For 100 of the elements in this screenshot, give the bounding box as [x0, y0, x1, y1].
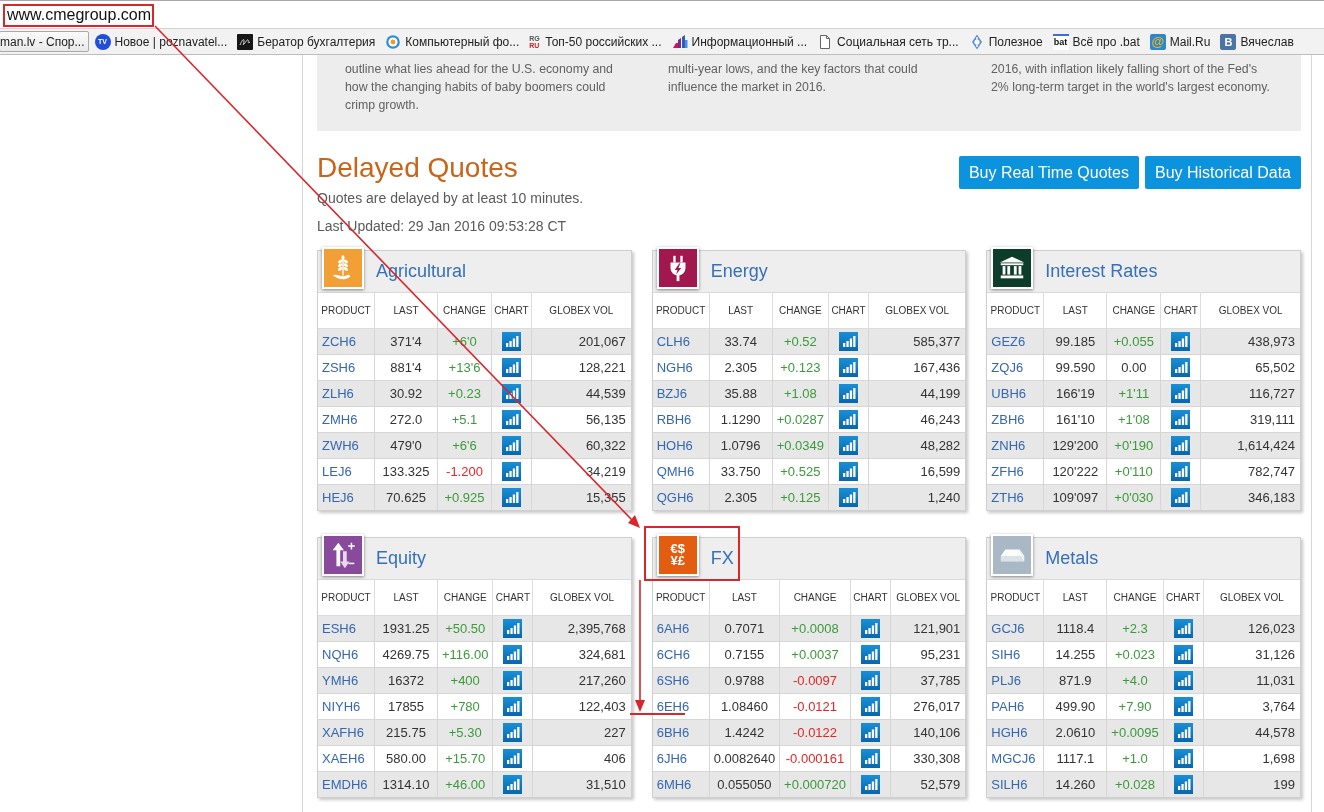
bar-chart-icon[interactable] — [502, 332, 521, 351]
table-cell: 1117.1 — [1043, 745, 1107, 772]
bar-chart-icon[interactable] — [839, 488, 858, 507]
bar-chart-icon[interactable] — [1171, 358, 1191, 377]
bar-chart-icon[interactable] — [502, 358, 521, 377]
bar-chart-icon[interactable] — [502, 436, 521, 455]
bar-chart-icon[interactable] — [1173, 619, 1193, 638]
buy-button[interactable]: Buy Real Time Quotes — [958, 156, 1139, 189]
bar-chart-icon[interactable] — [839, 358, 858, 377]
column-header: PRODUCT — [652, 580, 710, 616]
bar-chart-icon[interactable] — [860, 697, 880, 716]
column-header: GLOBEX VOL — [531, 293, 631, 329]
bookmark-link[interactable]: Социальная сеть тр... — [813, 31, 963, 52]
signature-icon — [237, 33, 254, 50]
bar-chart-icon[interactable] — [839, 436, 858, 455]
letter-icon: B — [1220, 33, 1237, 50]
product-link[interactable]: SILH6 — [991, 777, 1028, 792]
table-cell: 166'19 — [1043, 380, 1107, 407]
teaser-text: multi-year lows, and the key factors that could influence the market in 2016. — [668, 61, 919, 96]
bookmark-link[interactable]: @ Mail.Ru — [1145, 31, 1215, 52]
bookmark-link[interactable]: Компьютерный фо... — [381, 31, 524, 52]
bar-chart-icon[interactable] — [503, 723, 523, 742]
bar-chart-icon[interactable] — [1173, 697, 1193, 716]
bar-chart-icon[interactable] — [860, 749, 880, 768]
column-header: CHANGE — [1106, 580, 1164, 616]
bar-chart-icon[interactable] — [1173, 749, 1193, 768]
bar-chart-icon[interactable] — [503, 671, 523, 690]
column-header: GLOBEX VOL — [890, 580, 966, 616]
bar-chart-icon[interactable] — [503, 619, 523, 638]
address-field[interactable]: www.cmegroup.com — [7, 4, 152, 25]
bar-chart-icon[interactable] — [839, 410, 858, 429]
column-header: LAST — [709, 293, 773, 329]
bar-chart-icon[interactable] — [860, 645, 880, 664]
panel-title[interactable]: Equity — [376, 548, 427, 569]
bar-chart-icon[interactable] — [1173, 671, 1193, 690]
panel-title[interactable]: Energy — [710, 261, 768, 282]
table-cell: 2.0610 — [1043, 719, 1107, 746]
bookmark-link[interactable]: man.lv - Спор... — [0, 31, 89, 52]
change-cell: +0.52 — [772, 328, 829, 355]
product-link[interactable]: ZTH6 — [991, 490, 1024, 505]
panel-title[interactable]: FX — [710, 548, 734, 569]
bar-chart-icon[interactable] — [503, 749, 523, 768]
bar-chart-icon[interactable] — [860, 671, 880, 690]
product-link[interactable]: 6MH6 — [656, 777, 692, 792]
bookmark-link[interactable]: Бератор бухгалтерия — [233, 31, 380, 52]
bar-chart-icon[interactable] — [1171, 488, 1191, 507]
bar-chart-icon[interactable] — [502, 488, 521, 507]
bar-chart-icon[interactable] — [860, 723, 880, 742]
bar-chart-icon[interactable] — [1173, 645, 1193, 664]
table-cell: 17855 — [374, 693, 438, 720]
table-cell: 120'222 — [1043, 458, 1107, 485]
bar-chart-icon[interactable] — [1171, 436, 1191, 455]
bar-chart-icon[interactable] — [502, 384, 521, 403]
bookmark-link[interactable]: Информационный ... — [667, 31, 812, 52]
bar-chart-icon[interactable] — [503, 775, 523, 794]
change-cell: +1.08 — [772, 380, 829, 407]
bar-chart-icon[interactable] — [1171, 410, 1191, 429]
column-header: PRODUCT — [318, 580, 375, 616]
table-cell: 1.1290 — [709, 406, 773, 433]
table-cell: 0.0082640 — [709, 745, 780, 772]
bar-chart-icon[interactable] — [1173, 775, 1193, 794]
change-cell: +6'6 — [437, 432, 492, 459]
table-cell: 580.00 — [374, 745, 438, 772]
bar-chart-icon[interactable] — [1173, 723, 1193, 742]
panel-title[interactable]: Interest Rates — [1045, 261, 1158, 282]
table-cell: 2.305 — [709, 354, 773, 381]
bookmark-link[interactable]: Полезное — [964, 31, 1047, 52]
bar-chart-icon[interactable] — [839, 462, 858, 481]
bookmark-link[interactable]: B Вячеслав — [1216, 31, 1298, 52]
product-link[interactable]: EMDH6 — [322, 777, 368, 792]
product-link[interactable]: HEJ6 — [322, 490, 354, 505]
table-cell: 479'0 — [374, 432, 438, 459]
panel-title[interactable]: Metals — [1045, 548, 1099, 569]
bar-chart-icon[interactable] — [503, 697, 523, 716]
column-header: LAST — [1043, 293, 1107, 329]
bar-chart-icon[interactable] — [1171, 462, 1191, 481]
table-cell: 1.08460 — [709, 693, 780, 720]
bar-chart-icon[interactable] — [839, 384, 858, 403]
table-cell: 16372 — [374, 667, 438, 694]
table-cell: 14.255 — [1043, 641, 1107, 668]
bar-chart-icon[interactable] — [503, 645, 523, 664]
change-cell: +0'110 — [1106, 458, 1161, 485]
bar-chart-icon[interactable] — [502, 462, 521, 481]
column-header: CHART — [828, 293, 869, 329]
bar-chart-icon[interactable] — [1171, 384, 1191, 403]
change-cell: +780 — [437, 693, 493, 720]
bar-chart-icon[interactable] — [860, 775, 880, 794]
table-cell: 881'4 — [374, 354, 438, 381]
bar-chart-icon[interactable] — [839, 332, 858, 351]
bar-chart-icon[interactable] — [860, 619, 880, 638]
buy-button[interactable]: Buy Historical Data — [1144, 156, 1301, 189]
bookmark-link[interactable]: bat Всё про .bat — [1048, 31, 1144, 52]
change-cell: +15.70 — [437, 745, 493, 772]
bar-chart-icon[interactable] — [502, 410, 521, 429]
change-cell: +0'190 — [1106, 432, 1161, 459]
teaser-text: 2016, with inflation likely falling short of the Fed's 2% long-term target in the world's largest economy. — [991, 61, 1271, 96]
column-header: CHANGE — [779, 580, 851, 616]
column-header: CHANGE — [437, 580, 493, 616]
bar-chart-icon[interactable] — [1171, 332, 1191, 351]
product-link[interactable]: QGH6 — [656, 490, 694, 505]
